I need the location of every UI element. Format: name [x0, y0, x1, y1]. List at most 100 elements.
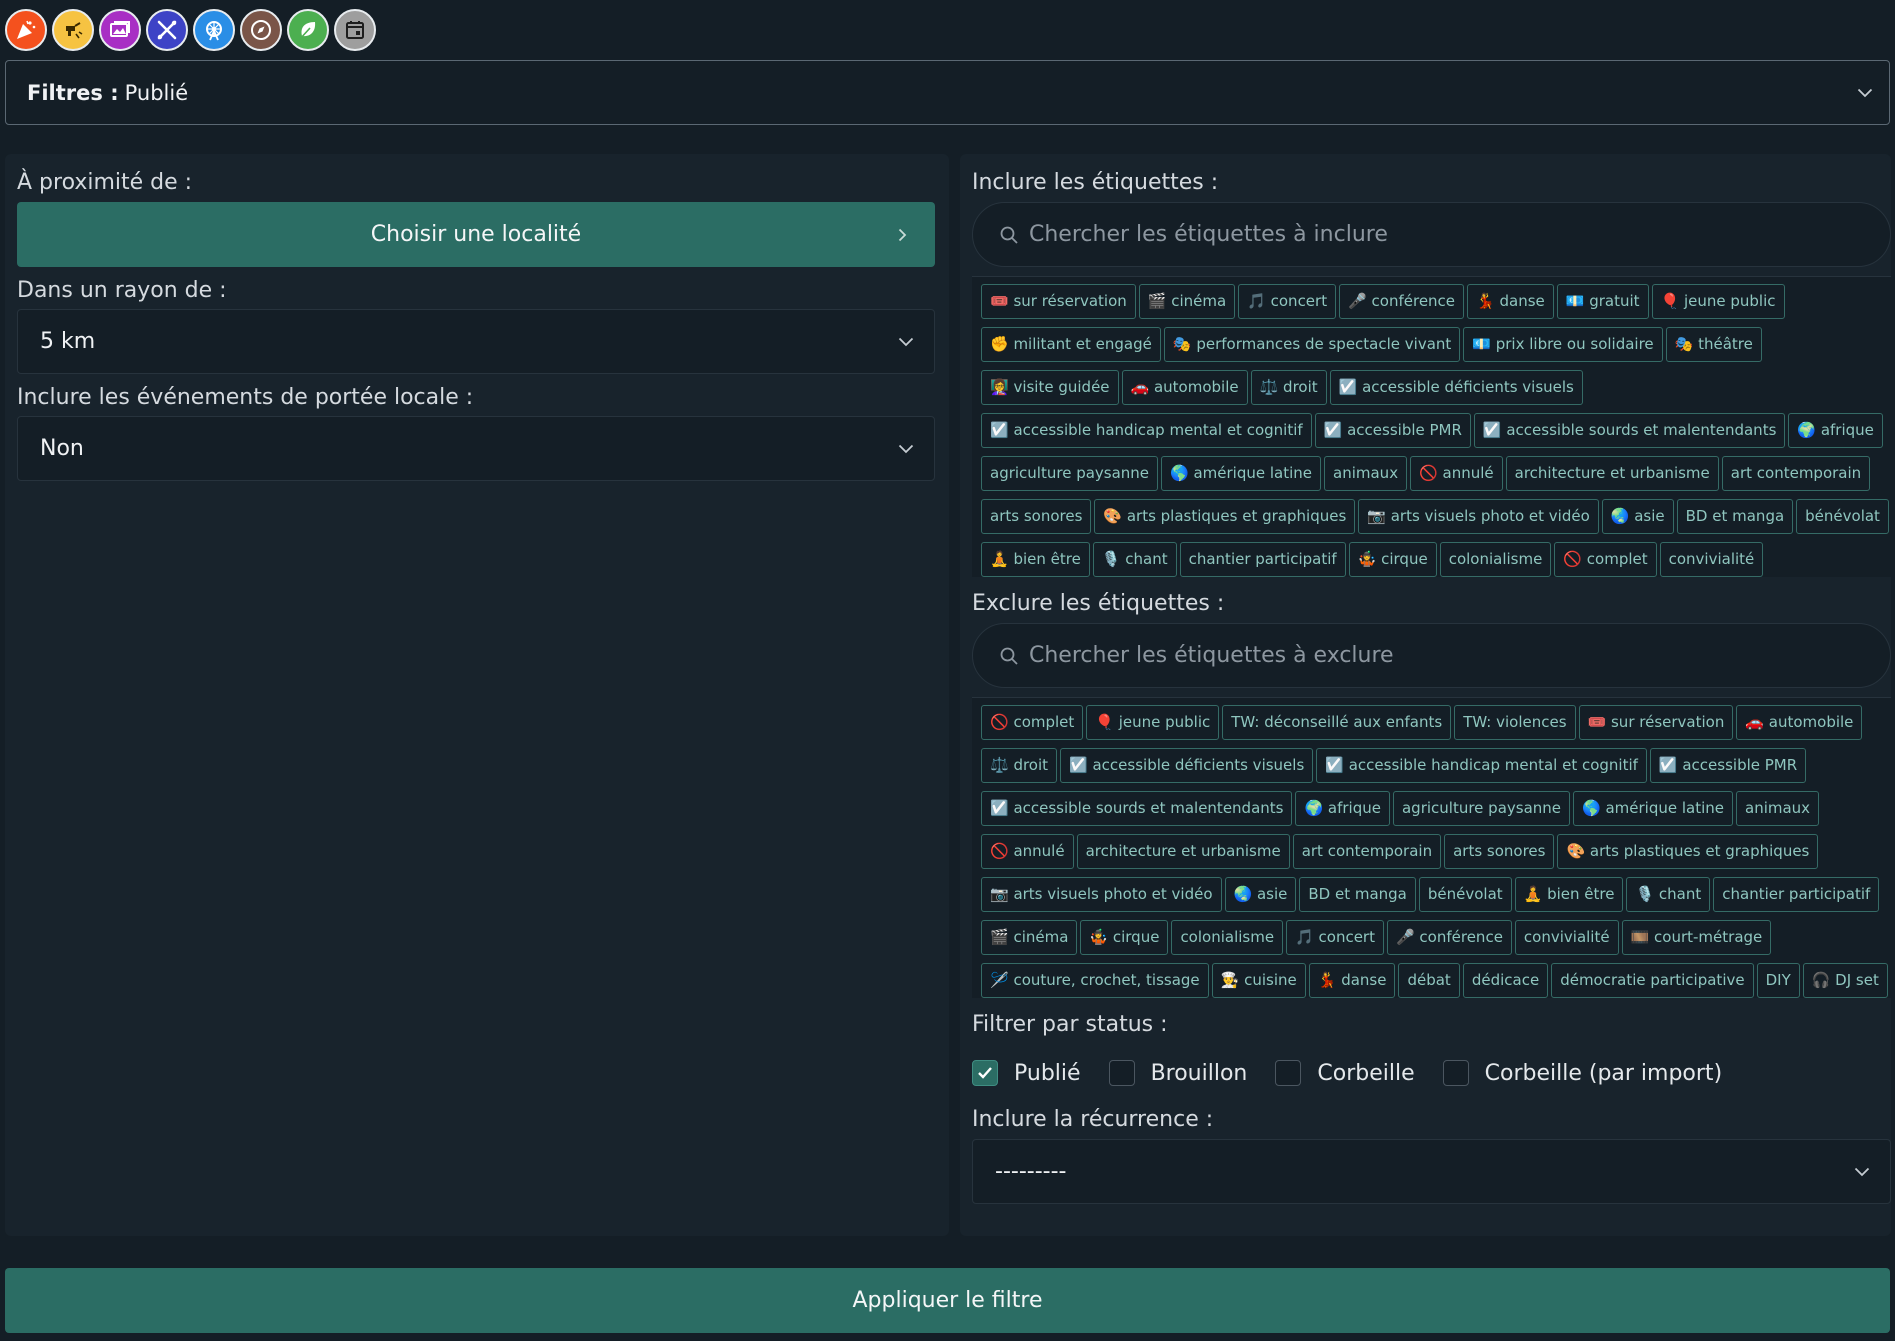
status-checkbox[interactable] — [1275, 1060, 1302, 1086]
exclude-tag[interactable]: débat — [1398, 963, 1460, 998]
exclude-tag[interactable]: 📷 arts visuels photo et vidéo — [981, 877, 1222, 912]
include-tags-search[interactable] — [972, 202, 1891, 267]
exclude-tag[interactable]: TW: violences — [1454, 705, 1576, 740]
tools-icon[interactable] — [146, 9, 188, 51]
exclude-tag[interactable]: 🎧 DJ set — [1802, 963, 1888, 998]
include-tag[interactable]: 👩‍🏫 visite guidée — [981, 370, 1119, 405]
include-tag[interactable]: 🎭 théâtre — [1665, 327, 1762, 362]
include-tag[interactable]: arts sonores — [981, 499, 1092, 534]
status-option[interactable]: Corbeille (par import) — [1442, 1060, 1722, 1086]
status-option[interactable]: Publié — [972, 1060, 1081, 1086]
include-tag[interactable]: 🎭 performances de spectacle vivant — [1163, 327, 1461, 362]
exclude-tag[interactable]: ☑️ accessible sourds et malentendants — [981, 791, 1293, 826]
include-tag[interactable]: 💶 gratuit — [1556, 284, 1649, 319]
exclude-tag[interactable]: bénévolat — [1418, 877, 1512, 912]
exclude-tag[interactable]: démocratie participative — [1551, 963, 1754, 998]
compass-icon[interactable] — [240, 9, 282, 51]
local-scope-select[interactable]: Non — [17, 416, 935, 481]
include-tag[interactable]: 🌏 asie — [1601, 499, 1674, 534]
include-tag[interactable]: 🌍 afrique — [1788, 413, 1883, 448]
exclude-tag[interactable]: ☑️ accessible PMR — [1649, 748, 1807, 783]
include-tag[interactable]: animaux — [1324, 456, 1408, 491]
include-tag[interactable]: convivialité — [1659, 542, 1764, 577]
exclude-tag[interactable]: architecture et urbanisme — [1076, 834, 1290, 869]
include-tag[interactable]: 📷 arts visuels photo et vidéo — [1358, 499, 1599, 534]
party-icon[interactable] — [5, 9, 47, 51]
status-checkbox[interactable] — [1108, 1060, 1135, 1086]
include-tag[interactable]: 🤹 cirque — [1348, 542, 1437, 577]
exclude-tag[interactable]: 🎨 arts plastiques et graphiques — [1557, 834, 1819, 869]
exclude-tag[interactable]: 🤹 cirque — [1080, 920, 1169, 955]
exclude-tag[interactable]: TW: déconseillé aux enfants — [1222, 705, 1452, 740]
exclude-tag[interactable]: 🎈 jeune public — [1086, 705, 1220, 740]
include-tag[interactable]: 🎬 cinéma — [1138, 284, 1236, 319]
include-tag[interactable]: ⚖️ droit — [1250, 370, 1327, 405]
exclude-tags-search[interactable] — [972, 623, 1891, 688]
exclude-tag[interactable]: 🧘 bien être — [1514, 877, 1624, 912]
include-tag[interactable]: 🚫 annulé — [1410, 456, 1503, 491]
include-tag[interactable]: chantier participatif — [1179, 542, 1346, 577]
calendar-icon[interactable] — [334, 9, 376, 51]
exclude-tag[interactable]: 🌍 afrique — [1295, 791, 1390, 826]
exclude-tag[interactable]: ☑️ accessible déficients visuels — [1060, 748, 1314, 783]
exclude-tag[interactable]: 🌎 amérique latine — [1573, 791, 1733, 826]
choose-locality-button[interactable]: Choisir une localité — [17, 202, 935, 267]
ferris-wheel-icon[interactable] — [193, 9, 235, 51]
exclude-tag[interactable]: 🎬 cinéma — [981, 920, 1078, 955]
exclude-tag[interactable]: chantier participatif — [1713, 877, 1880, 912]
status-option[interactable]: Corbeille — [1275, 1060, 1415, 1086]
pinata-icon[interactable] — [52, 9, 94, 51]
exclude-tag[interactable]: 👨‍🍳 cuisine — [1211, 963, 1306, 998]
exclude-tag[interactable]: 🎤 conférence — [1386, 920, 1512, 955]
include-tag[interactable]: 🚗 automobile — [1121, 370, 1248, 405]
include-tag[interactable]: ☑️ accessible PMR — [1314, 413, 1471, 448]
include-tag[interactable]: 🎈 jeune public — [1651, 284, 1785, 319]
apply-filter-button[interactable]: Appliquer le filtre — [5, 1268, 1890, 1333]
include-tag[interactable]: architecture et urbanisme — [1505, 456, 1719, 491]
status-checkbox[interactable] — [1442, 1060, 1469, 1086]
radius-select[interactable]: 5 km — [17, 309, 935, 374]
include-tag[interactable]: 💃 danse — [1467, 284, 1554, 319]
include-tags-input[interactable] — [1029, 222, 1849, 247]
recurrence-select[interactable]: --------- — [972, 1139, 1891, 1204]
include-tag[interactable]: 🎨 arts plastiques et graphiques — [1094, 499, 1356, 534]
exclude-tag[interactable]: 🪡 couture, crochet, tissage — [981, 963, 1209, 998]
include-tag[interactable]: ☑️ accessible déficients visuels — [1329, 370, 1583, 405]
gallery-icon[interactable] — [99, 9, 141, 51]
exclude-tag[interactable]: DIY — [1756, 963, 1800, 998]
include-tag[interactable]: agriculture paysanne — [981, 456, 1159, 491]
exclude-tag[interactable]: 🎟️ sur réservation — [1578, 705, 1734, 740]
include-tag[interactable]: 🎤 conférence — [1339, 284, 1465, 319]
include-tag[interactable]: 🎟️ sur réservation — [981, 284, 1136, 319]
exclude-tag[interactable]: 💃 danse — [1308, 963, 1396, 998]
exclude-tag[interactable]: animaux — [1736, 791, 1820, 826]
exclude-tag[interactable]: BD et manga — [1299, 877, 1416, 912]
include-tag[interactable]: 🌎 amérique latine — [1161, 456, 1322, 491]
include-tag[interactable]: 🎵 concert — [1238, 284, 1337, 319]
include-tag[interactable]: 💶 prix libre ou solidaire — [1463, 327, 1663, 362]
exclude-tag[interactable]: agriculture paysanne — [1392, 791, 1571, 826]
exclude-tag[interactable]: ☑️ accessible handicap mental et cogniti… — [1316, 748, 1647, 783]
exclude-tag[interactable]: 🚗 automobile — [1736, 705, 1863, 740]
exclude-tag[interactable]: dédicace — [1462, 963, 1549, 998]
include-tag[interactable]: ☑️ accessible sourds et malentendants — [1473, 413, 1786, 448]
exclude-tag[interactable]: 🎵 concert — [1286, 920, 1384, 955]
include-tag[interactable]: art contemporain — [1721, 456, 1871, 491]
include-tag[interactable]: 🎙️ chant — [1092, 542, 1177, 577]
exclude-tags-input[interactable] — [1029, 643, 1849, 668]
include-tag[interactable]: 🚫 complet — [1554, 542, 1657, 577]
include-tag[interactable]: ☑️ accessible handicap mental et cogniti… — [981, 413, 1312, 448]
status-checkbox[interactable] — [972, 1060, 998, 1086]
leaf-icon[interactable] — [287, 9, 329, 51]
exclude-tag[interactable]: ⚖️ droit — [981, 748, 1058, 783]
exclude-tag[interactable]: colonialisme — [1171, 920, 1284, 955]
exclude-tag[interactable]: 🌏 asie — [1224, 877, 1297, 912]
include-tag[interactable]: 🧘 bien être — [981, 542, 1090, 577]
exclude-tag[interactable]: art contemporain — [1292, 834, 1442, 869]
exclude-tag[interactable]: convivialité — [1514, 920, 1619, 955]
include-tag[interactable]: ✊ militant et engagé — [981, 327, 1161, 362]
filter-summary[interactable]: Filtres : Publié — [5, 60, 1890, 125]
status-option[interactable]: Brouillon — [1108, 1060, 1247, 1086]
exclude-tag[interactable]: 🚫 annulé — [981, 834, 1074, 869]
include-tag[interactable]: colonialisme — [1439, 542, 1552, 577]
